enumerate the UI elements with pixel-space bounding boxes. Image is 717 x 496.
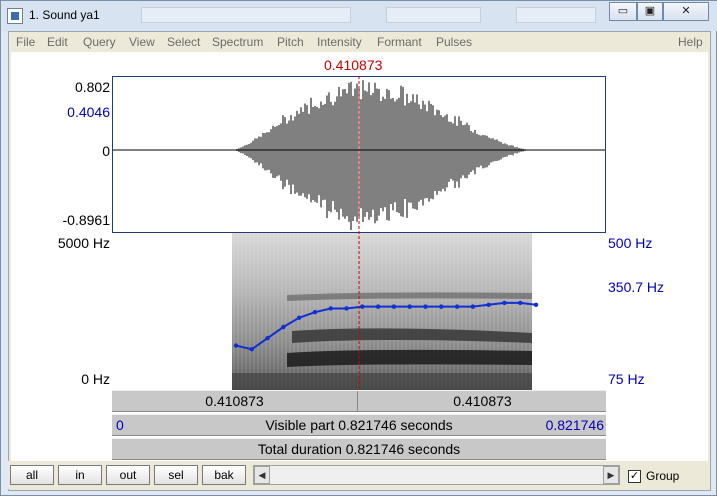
pitch-point xyxy=(249,347,254,352)
pitch-point xyxy=(391,304,397,309)
pitch-point xyxy=(470,304,476,309)
zoom-all-button[interactable]: all xyxy=(10,465,54,485)
visible-part-bar[interactable]: 0 Visible part 0.821746 seconds 0.821746 xyxy=(112,414,606,436)
pitch-bottom-label: 75 Hz xyxy=(608,371,645,387)
cursor-line xyxy=(358,76,360,390)
pitch-point xyxy=(296,315,302,320)
pitch-point xyxy=(533,302,539,307)
zoom-out-button[interactable]: out xyxy=(106,465,150,485)
background-window-ghost xyxy=(386,7,481,23)
cursor-time-label: 0.410873 xyxy=(324,57,383,73)
visible-part-label: Visible part 0.821746 seconds xyxy=(265,417,453,433)
visible-end-label: 0.821746 xyxy=(545,417,604,433)
background-window-ghost xyxy=(516,7,596,23)
background-window-ghost xyxy=(141,7,351,23)
waveform-signal xyxy=(234,80,532,230)
menu-query[interactable]: Query xyxy=(83,35,116,49)
pitch-point xyxy=(439,304,444,309)
group-checkbox[interactable]: ✓ xyxy=(628,470,641,483)
menu-select[interactable]: Select xyxy=(167,35,200,49)
menu-view[interactable]: View xyxy=(129,35,155,49)
pitch-point xyxy=(265,335,270,341)
minimize-button[interactable]: ▭ xyxy=(609,2,637,21)
window-title: 1. Sound ya1 xyxy=(29,8,100,22)
menu-edit[interactable]: Edit xyxy=(47,35,68,49)
menu-pulses[interactable]: Pulses xyxy=(436,35,472,49)
pitch-point xyxy=(312,309,318,315)
total-duration-bar[interactable]: Total duration 0.821746 seconds xyxy=(112,438,606,460)
wave-ymin-label: -0.8961 xyxy=(62,212,110,228)
zoom-sel-button[interactable]: sel xyxy=(154,465,198,485)
pitch-point xyxy=(454,304,460,309)
bottom-toolbar: all in out sel bak ◀ ▶ ✓ Group xyxy=(8,461,708,489)
pitch-point xyxy=(360,304,365,309)
pitch-top-label: 500 Hz xyxy=(608,235,653,251)
pitch-point xyxy=(518,300,523,306)
wave-ymark-label: 0.4046 xyxy=(67,104,110,120)
time-scrollbar[interactable]: ◀ ▶ xyxy=(253,465,620,485)
pitch-point xyxy=(344,306,349,311)
menu-intensity[interactable]: Intensity xyxy=(317,35,362,49)
pitch-point xyxy=(233,343,239,348)
pitch-point xyxy=(423,304,428,309)
menu-file[interactable]: File xyxy=(16,35,35,49)
pitch-point xyxy=(281,324,286,330)
pitch-point xyxy=(375,304,381,309)
zoom-in-button[interactable]: in xyxy=(58,465,102,485)
wave-zero-label: 0 xyxy=(102,143,110,159)
pitch-value-label: 350.7 Hz xyxy=(608,279,665,295)
menu-spectrum[interactable]: Spectrum xyxy=(212,35,263,49)
wave-ymax-label: 0.802 xyxy=(74,79,110,95)
pitch-point xyxy=(502,300,507,306)
menu-help[interactable]: Help xyxy=(678,35,703,49)
menu-pitch[interactable]: Pitch xyxy=(277,35,304,49)
selection-left-cell[interactable]: 0.410873 xyxy=(112,391,358,411)
app-icon xyxy=(7,8,23,24)
group-label: Group xyxy=(646,469,680,483)
title-bar: 1. Sound ya1 ▭ ▣ ✕ xyxy=(1,1,717,31)
spec-freq-bottom-label: 0 Hz xyxy=(81,371,110,387)
spec-freq-top-label: 5000 Hz xyxy=(57,235,110,251)
pitch-point xyxy=(407,304,412,309)
total-duration-label: Total duration 0.821746 seconds xyxy=(257,441,461,457)
scroll-left-arrow-icon[interactable]: ◀ xyxy=(254,466,270,484)
zoom-back-button[interactable]: bak xyxy=(202,465,246,485)
visible-start-label: 0 xyxy=(116,417,124,433)
close-button[interactable]: ✕ xyxy=(663,2,709,21)
selection-bar[interactable]: 0.410873 0.410873 xyxy=(112,390,606,412)
scroll-right-arrow-icon[interactable]: ▶ xyxy=(603,466,619,484)
low-frequency-band xyxy=(232,373,532,390)
menu-bar: File Edit Query View Select Spectrum Pit… xyxy=(9,32,710,52)
maximize-button[interactable]: ▣ xyxy=(637,2,663,21)
selection-right-cell[interactable]: 0.410873 xyxy=(359,391,606,411)
menu-formant[interactable]: Formant xyxy=(377,35,422,49)
pitch-point xyxy=(328,306,333,311)
pitch-point xyxy=(486,302,491,307)
